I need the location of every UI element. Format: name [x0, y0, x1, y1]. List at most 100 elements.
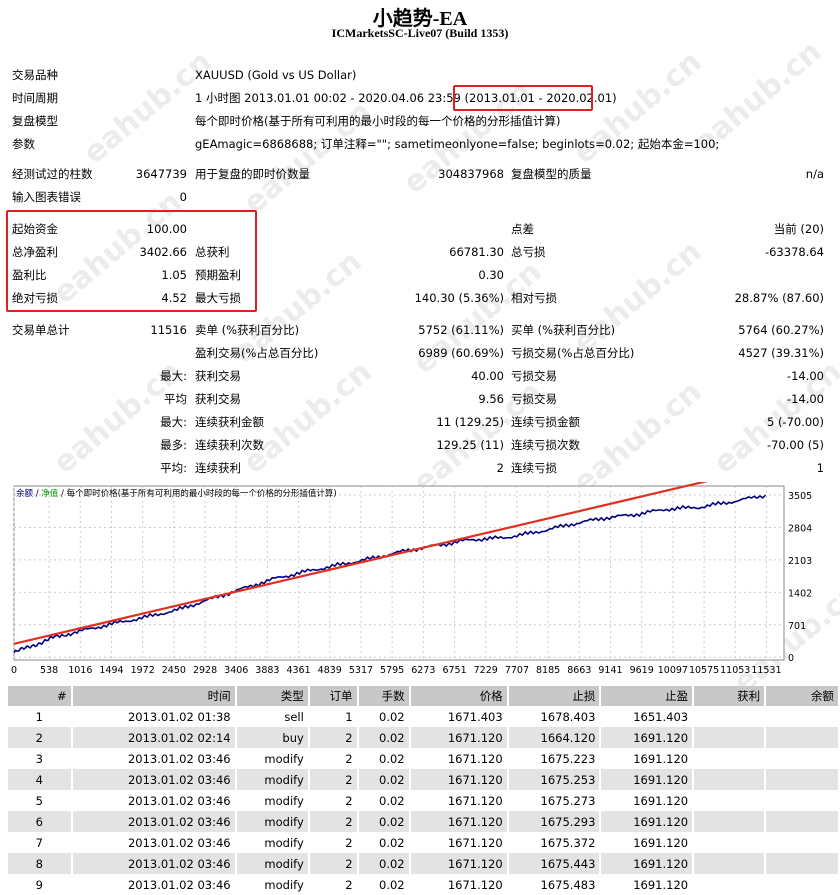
y-tick-label: 701: [788, 621, 806, 632]
errors-value: 0: [179, 190, 187, 204]
quality-value: n/a: [805, 167, 824, 181]
absolute-drawdown-value: 4.52: [161, 291, 187, 305]
y-tick-label: 0: [788, 653, 794, 664]
largest-profit-value: 40.00: [471, 369, 504, 383]
table-cell: 9: [8, 874, 73, 895]
table-row: 6 2013.01.02 03:46 modify 2 0.02 1671.120 1675…: [8, 811, 840, 832]
expected-payoff-value: 0.30: [478, 268, 504, 282]
table-cell: 2013.01.02 03:46: [71, 874, 237, 895]
table-cell: 2013.01.02 03:46: [71, 769, 237, 790]
cons-loss-count-label: 连续亏损次数: [511, 438, 580, 452]
table-cell: 2013.01.02 01:38: [71, 706, 237, 727]
table-cell: 1691.120: [600, 832, 695, 853]
table-cell: 1671.120: [409, 874, 509, 895]
table-cell: 1675.223: [507, 748, 602, 769]
table-cell: 1671.120: [409, 748, 509, 769]
model-value: 每个即时价格(基于所有可利用的最小时段的每一个价格的分形插值计算): [195, 114, 561, 128]
trades-table-header: # 时间 类型 订单 手数 价格 止损 止盈 获利 余额: [8, 686, 840, 706]
y-tick-label: 3505: [788, 491, 812, 502]
ticks-value: 304837968: [438, 167, 504, 181]
total-trades-value: 11516: [150, 323, 187, 337]
table-cell: modify: [235, 748, 310, 769]
table-header-cell: 订单: [308, 686, 359, 706]
period-highlight-box: [453, 85, 593, 111]
y-tick-label: 2804: [788, 523, 812, 534]
relative-drawdown-value: 28.87% (87.60): [734, 291, 824, 305]
y-tick-label: 1402: [788, 588, 812, 599]
table-cell: 2: [308, 769, 359, 790]
table-cell: 4: [8, 769, 73, 790]
table-cell: 1691.120: [600, 811, 695, 832]
table-cell: 1691.120: [600, 853, 695, 874]
table-cell: 2: [308, 790, 359, 811]
x-tick-label: 10575: [689, 665, 719, 676]
x-tick-label: 1972: [131, 665, 155, 676]
period-label: 时间周期: [12, 91, 58, 105]
table-cell: buy: [235, 727, 310, 748]
table-row: 3 2013.01.02 03:46 modify 2 0.02 1671.120 1675…: [8, 748, 840, 769]
table-cell: 1664.120: [507, 727, 602, 748]
watermark-text: eahub.cn: [566, 234, 709, 361]
table-cell: 1691.120: [600, 748, 695, 769]
balance-chart: 3505 2804 2103 1402 701 0 0 538 1016 1494 1972 2450…: [11, 482, 812, 676]
table-row: 8 2013.01.02 03:46 modify 2 0.02 1671.120 1675…: [8, 853, 840, 874]
expected-payoff-label: 预期盈利: [195, 268, 241, 282]
table-cell: [693, 853, 767, 874]
short-trades-label: 卖单 (%获利百分比): [195, 323, 300, 337]
table-cell: 0.02: [357, 706, 411, 727]
table-cell: [693, 832, 767, 853]
cons-loss-amount-label: 连续亏损金额: [511, 415, 580, 429]
table-cell: [765, 853, 840, 874]
table-cell: modify: [235, 874, 310, 895]
table-cell: 1651.403: [600, 706, 695, 727]
table-cell: [765, 790, 840, 811]
errors-label: 输入图表错误: [12, 190, 81, 204]
avg-cons-loss-value: 1: [816, 461, 824, 475]
x-tick-label: 11053: [720, 665, 750, 676]
x-tick-label: 4839: [318, 665, 342, 676]
table-cell: modify: [235, 790, 310, 811]
spread-label: 点差: [511, 222, 534, 236]
table-cell: 1: [8, 706, 73, 727]
x-tick-label: 1494: [99, 665, 123, 676]
trades-table-body: 1 2013.01.02 01:38 sell 1 0.02 1671.403 1678.4…: [8, 706, 840, 895]
x-tick-label: 2450: [162, 665, 186, 676]
gross-profit-value: 66781.30: [449, 245, 504, 259]
table-cell: [693, 811, 767, 832]
model-label: 复盘模型: [12, 114, 58, 128]
table-cell: 2013.01.02 03:46: [71, 853, 237, 874]
avg-cons-win-value: 2: [496, 461, 504, 475]
params-value: gEAmagic=6868688; 订单注释=""; sametimeonlyo…: [195, 137, 720, 151]
chart-plot-area: [13, 485, 785, 661]
table-cell: 2013.01.02 03:46: [71, 811, 237, 832]
x-tick-label: 3406: [224, 665, 248, 676]
table-cell: 2: [308, 748, 359, 769]
table-header-cell: 手数: [357, 686, 411, 706]
table-cell: 2013.01.02 03:46: [71, 748, 237, 769]
table-cell: [693, 748, 767, 769]
largest-loss-value: -14.00: [786, 369, 824, 383]
table-cell: 0.02: [357, 811, 411, 832]
table-cell: [765, 748, 840, 769]
table-cell: 0.02: [357, 727, 411, 748]
table-row: 4 2013.01.02 03:46 modify 2 0.02 1671.120 1675…: [8, 769, 840, 790]
symbol-label: 交易品种: [12, 68, 58, 82]
table-header-cell: 止损: [507, 686, 602, 706]
table-cell: modify: [235, 811, 310, 832]
table-cell: 1691.120: [600, 790, 695, 811]
table-cell: 1671.120: [409, 853, 509, 874]
table-cell: 1691.120: [600, 727, 695, 748]
max-row-label: 最大:: [160, 369, 187, 383]
table-cell: 2: [308, 832, 359, 853]
profit-trades-value: 6989 (60.69%): [418, 346, 504, 360]
loss-trades-label: 亏损交易(%占总百分比): [511, 346, 635, 360]
deposit-label: 起始资金: [12, 222, 58, 236]
table-cell: 2013.01.02 03:46: [71, 832, 237, 853]
table-cell: 1675.483: [507, 874, 602, 895]
table-header-cell: 类型: [235, 686, 310, 706]
avg-cons-win-label: 连续获利: [195, 461, 241, 475]
x-tick-label: 7707: [505, 665, 529, 676]
profit-trades-label: 盈利交易(%占总百分比): [195, 346, 319, 360]
table-cell: 1: [308, 706, 359, 727]
net-profit-label: 总净盈利: [12, 245, 58, 259]
